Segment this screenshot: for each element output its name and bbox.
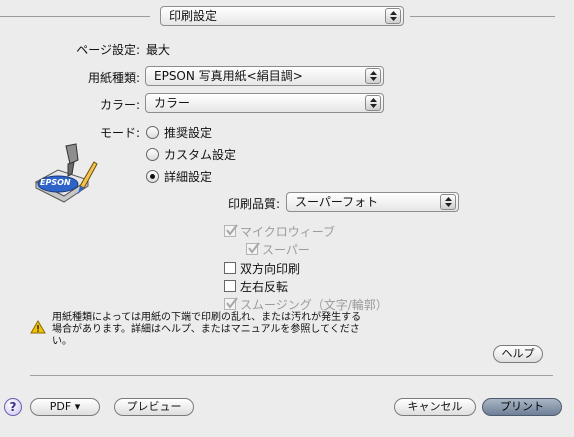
media-type-value: EPSON 写真用紙<絹目調> (154, 69, 303, 83)
print-button[interactable]: プリント (482, 398, 562, 416)
radio-advanced-label: 詳細設定 (164, 170, 213, 184)
checkmark-icon (226, 297, 238, 309)
color-popup[interactable]: カラー (145, 93, 384, 113)
warning-icon (30, 320, 46, 334)
warning-line-1: 用紙種類によっては用紙の下端で印刷の乱れ、または汚れが発生する (52, 312, 362, 323)
popup-arrows-icon (365, 95, 381, 111)
epson-logo-text: EPSON (40, 178, 71, 187)
media-type-popup[interactable]: EPSON 写真用紙<絹目調> (145, 66, 384, 86)
help-button[interactable]: ヘルプ (493, 345, 543, 363)
pdf-button[interactable]: PDF ▾ (30, 398, 100, 416)
preset-label: ページ設定: (76, 43, 140, 57)
preview-button[interactable]: プレビュー (114, 398, 194, 416)
popup-arrows-icon (440, 194, 456, 210)
warning-message: 用紙種類によっては用紙の下端で印刷の乱れ、または汚れが発生する 場合があります。… (52, 312, 412, 348)
warning-line-3: い。 (52, 336, 72, 347)
radio-custom[interactable] (146, 148, 159, 161)
checkbox-smoothing[interactable] (224, 297, 238, 310)
checkbox-bidirectional-label: 双方向印刷 (240, 262, 301, 276)
radio-recommended-label: 推奨設定 (164, 126, 213, 140)
checkbox-flip-horizontal-label: 左右反転 (240, 280, 289, 294)
panel-popup[interactable]: 印刷設定 (160, 6, 404, 26)
checkbox-bidirectional[interactable] (224, 262, 236, 274)
checkbox-flip-horizontal[interactable] (224, 280, 236, 292)
checkbox-smoothing-label: スムージング（文字/輪郭） (240, 298, 388, 312)
checkmark-icon (226, 224, 238, 236)
bottom-divider (30, 375, 553, 376)
top-rule-left (0, 16, 150, 17)
help-circle-button[interactable]: ? (4, 398, 22, 416)
color-label: カラー: (99, 98, 140, 112)
printer-settings-icon: EPSON (28, 142, 100, 204)
popup-arrows-icon (365, 68, 381, 84)
print-quality-popup[interactable]: スーパーフォト (286, 192, 459, 212)
preset-value: 最大 (146, 43, 171, 57)
media-type-label: 用紙種類: (87, 71, 140, 85)
print-quality-value: スーパーフォト (295, 195, 379, 209)
radio-recommended[interactable] (146, 126, 159, 139)
panel-popup-value: 印刷設定 (169, 9, 218, 23)
checkbox-super-label: スーパー (262, 243, 310, 257)
popup-arrows-icon (385, 8, 401, 24)
checkbox-microweave-label: マイクロウィーブ (240, 225, 336, 239)
radio-custom-label: カスタム設定 (164, 148, 237, 162)
warning-line-2: 場合があります。詳細はヘルプ、またはマニュアルを参照してくださ (52, 324, 360, 335)
checkbox-super[interactable] (246, 242, 260, 255)
cancel-button[interactable]: キャンセル (394, 398, 476, 416)
radio-advanced[interactable] (146, 170, 159, 183)
checkbox-microweave[interactable] (224, 224, 238, 237)
top-rule-right (410, 16, 555, 17)
color-value: カラー (154, 96, 191, 110)
radio-selected-dot (150, 174, 155, 179)
checkmark-icon (248, 242, 260, 254)
mode-label: モード: (99, 126, 140, 140)
print-quality-label: 印刷品質: (227, 197, 280, 211)
